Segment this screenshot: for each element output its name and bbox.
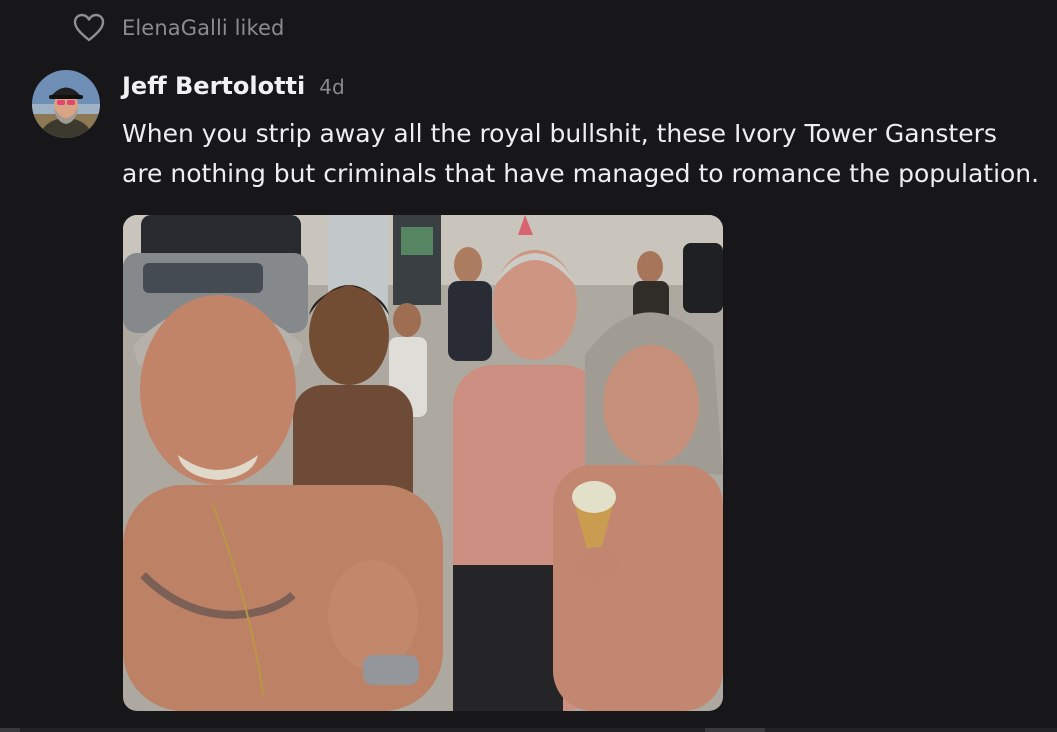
scroll-indicator-right xyxy=(705,728,765,732)
liked-by-text[interactable]: ElenaGalli liked xyxy=(122,16,284,40)
post-text: When you strip away all the royal bullsh… xyxy=(122,119,1040,188)
post-header: Jeff Bertolotti 4d xyxy=(122,72,345,106)
activity-row: ElenaGalli liked xyxy=(72,12,284,44)
scroll-indicator-left xyxy=(0,728,20,732)
post-timestamp[interactable]: 4d xyxy=(319,75,344,99)
heart-icon[interactable] xyxy=(72,12,106,44)
avatar[interactable] xyxy=(32,70,100,138)
author-name[interactable]: Jeff Bertolotti xyxy=(122,72,305,100)
feed-item: ElenaGalli liked Jeff Bertolotti 4d When… xyxy=(0,0,1057,732)
divider xyxy=(0,728,1057,732)
post-photo[interactable] xyxy=(123,215,723,711)
